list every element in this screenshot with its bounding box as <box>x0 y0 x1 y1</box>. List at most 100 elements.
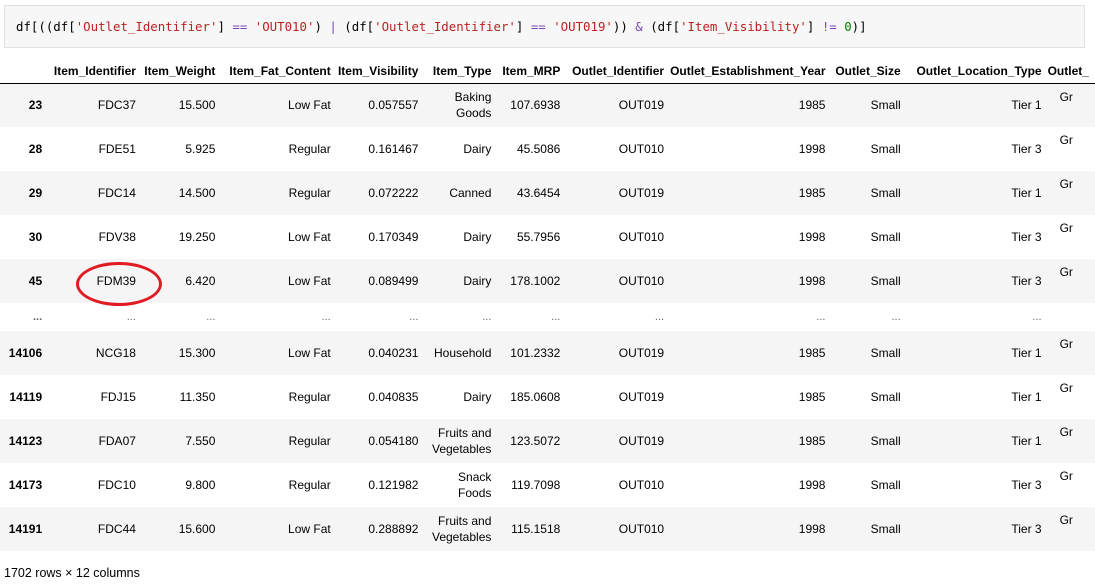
table-cell: OUT019 <box>618 186 665 200</box>
table-cell: Gr <box>1059 265 1073 279</box>
table-row: 29 FDC14 14.500 Regular 0.072222 Canned 43.645… <box>0 171 1095 215</box>
table-cell: Small <box>870 274 901 288</box>
table-cell: 0.057557 <box>368 98 419 113</box>
table-cell: 5.925 <box>185 142 216 156</box>
table-cell: ... <box>206 311 216 323</box>
table-cell: 1985 <box>798 434 826 448</box>
column-header: Item_Fat_Content <box>221 59 337 84</box>
table-cell: 15.300 <box>178 346 216 360</box>
table-cell: 7.550 <box>185 434 216 448</box>
table-cell: Dairy <box>463 390 492 404</box>
table-cell: FDC14 <box>97 186 136 200</box>
code-token: == <box>232 19 248 34</box>
column-header: Outlet_Location_Type <box>906 59 1048 84</box>
row-index: 14191 <box>8 522 43 536</box>
table-cell: 14.500 <box>178 186 216 200</box>
code-token: == <box>530 19 546 34</box>
table-row: 14119 FDJ15 11.350 Regular 0.040835 Dairy 185.… <box>0 375 1095 419</box>
dataframe-table: Item_Identifier Item_Weight Item_Fat_Conte… <box>0 59 1095 551</box>
table-cell: OUT010 <box>618 274 665 288</box>
table-cell: OUT019 <box>618 434 665 448</box>
table-cell: 0.072222 <box>368 186 419 200</box>
code-text[interactable]: df[((df['Outlet_Identifier'] == 'OUT010'… <box>16 19 867 34</box>
code-token: ) <box>314 19 330 34</box>
row-index: 14119 <box>9 390 43 404</box>
dataframe-output: Item_Identifier Item_Weight Item_Fat_Conte… <box>0 59 1095 552</box>
table-cell: 0.121982 <box>368 478 419 492</box>
row-index: 28 <box>28 142 43 156</box>
row-index: 23 <box>28 98 43 113</box>
code-token: != <box>821 19 837 34</box>
column-header: Outlet_Establishment_Year <box>670 59 832 84</box>
column-header: Item_Weight <box>141 59 222 84</box>
table-cell: 1998 <box>798 478 826 492</box>
table-cell: Small <box>870 98 901 113</box>
table-row: 28 FDE51 5.925 Regular 0.161467 Dairy 45.5086 O… <box>0 127 1095 171</box>
table-cell: NCG18 <box>95 346 136 360</box>
table-cell: OUT019 <box>618 390 665 404</box>
row-index: 30 <box>28 230 43 244</box>
table-cell: 1985 <box>798 98 826 113</box>
table-cell: 119.7098 <box>511 478 561 492</box>
code-token: (df[ <box>642 19 681 34</box>
code-input-cell[interactable]: df[((df['Outlet_Identifier'] == 'OUT010'… <box>4 5 1085 48</box>
row-index: 14123 <box>8 434 43 448</box>
item-type-text: Fruits and Vegetables <box>431 514 492 544</box>
table-cell: Gr <box>1059 337 1073 351</box>
table-cell: 15.500 <box>178 98 216 113</box>
table-cell: FDC10 <box>97 478 136 492</box>
table-cell: 55.7956 <box>516 230 561 244</box>
table-cell: 0.040835 <box>368 390 419 404</box>
table-cell: Gr <box>1059 133 1073 147</box>
table-cell: Baking Goods <box>424 83 497 127</box>
table-cell: 178.1002 <box>510 274 561 288</box>
table-cell: FDJ15 <box>100 390 136 404</box>
table-cell: 0.054180 <box>368 434 419 448</box>
dataframe-shape: 1702 rows × 12 columns <box>4 566 140 580</box>
table-cell: Low Fat <box>288 274 331 288</box>
row-index: ... <box>32 311 43 323</box>
column-header: Outlet_ <box>1047 59 1095 84</box>
table-cell: 1985 <box>798 346 826 360</box>
table-cell: 19.250 <box>178 230 216 244</box>
code-token: ] <box>217 19 233 34</box>
code-token: 'OUT019' <box>553 19 613 34</box>
table-cell: 1985 <box>798 390 826 404</box>
table-cell: Regular <box>288 478 331 492</box>
table-cell: FDV38 <box>98 230 136 244</box>
table-row: 14106 NCG18 15.300 Low Fat 0.040231 Household… <box>0 331 1095 375</box>
table-cell: Regular <box>288 142 331 156</box>
table-cell: Fruits and Vegetables <box>424 419 497 463</box>
index-header <box>0 59 49 84</box>
code-token: ] <box>806 19 822 34</box>
table-cell: OUT010 <box>618 522 665 536</box>
table-cell: 185.0608 <box>510 390 561 404</box>
code-token: & <box>635 19 643 34</box>
table-cell: Low Fat <box>288 230 331 244</box>
item-type-text: Fruits and Vegetables <box>431 426 492 456</box>
table-row: 30 FDV38 19.250 Low Fat 0.170349 Dairy 55.7956… <box>0 215 1095 259</box>
table-cell: Fruits and Vegetables <box>424 507 497 551</box>
table-cell: Tier 3 <box>1011 478 1042 492</box>
table-cell: FDC44 <box>97 522 136 536</box>
column-header: Item_Identifier <box>48 59 142 84</box>
table-cell: Low Fat <box>288 346 331 360</box>
table-cell: Snack Foods <box>424 463 497 507</box>
column-header: Outlet_Size <box>831 59 907 84</box>
table-cell: OUT010 <box>618 230 665 244</box>
table-cell: Dairy <box>463 230 492 244</box>
table-cell: ... <box>654 311 665 323</box>
table-cell: 1998 <box>798 142 826 156</box>
table-cell: Regular <box>288 390 331 404</box>
table-header-row: Item_Identifier Item_Weight Item_Fat_Conte… <box>0 59 1095 84</box>
code-token: 'Item_Visibility' <box>680 19 807 34</box>
table-cell: 0.161467 <box>368 142 419 156</box>
table-cell: 0.040231 <box>368 346 419 360</box>
ellipsis-row: ................................. <box>0 303 1095 331</box>
table-row: 23 FDC37 15.500 Low Fat 0.057557 Baking Goods… <box>0 83 1095 127</box>
table-cell: OUT019 <box>618 98 665 113</box>
code-token: (df[ <box>336 19 375 34</box>
table-cell: Small <box>870 390 901 404</box>
table-cell: Low Fat <box>288 522 331 536</box>
table-cell: 45.5086 <box>516 142 561 156</box>
